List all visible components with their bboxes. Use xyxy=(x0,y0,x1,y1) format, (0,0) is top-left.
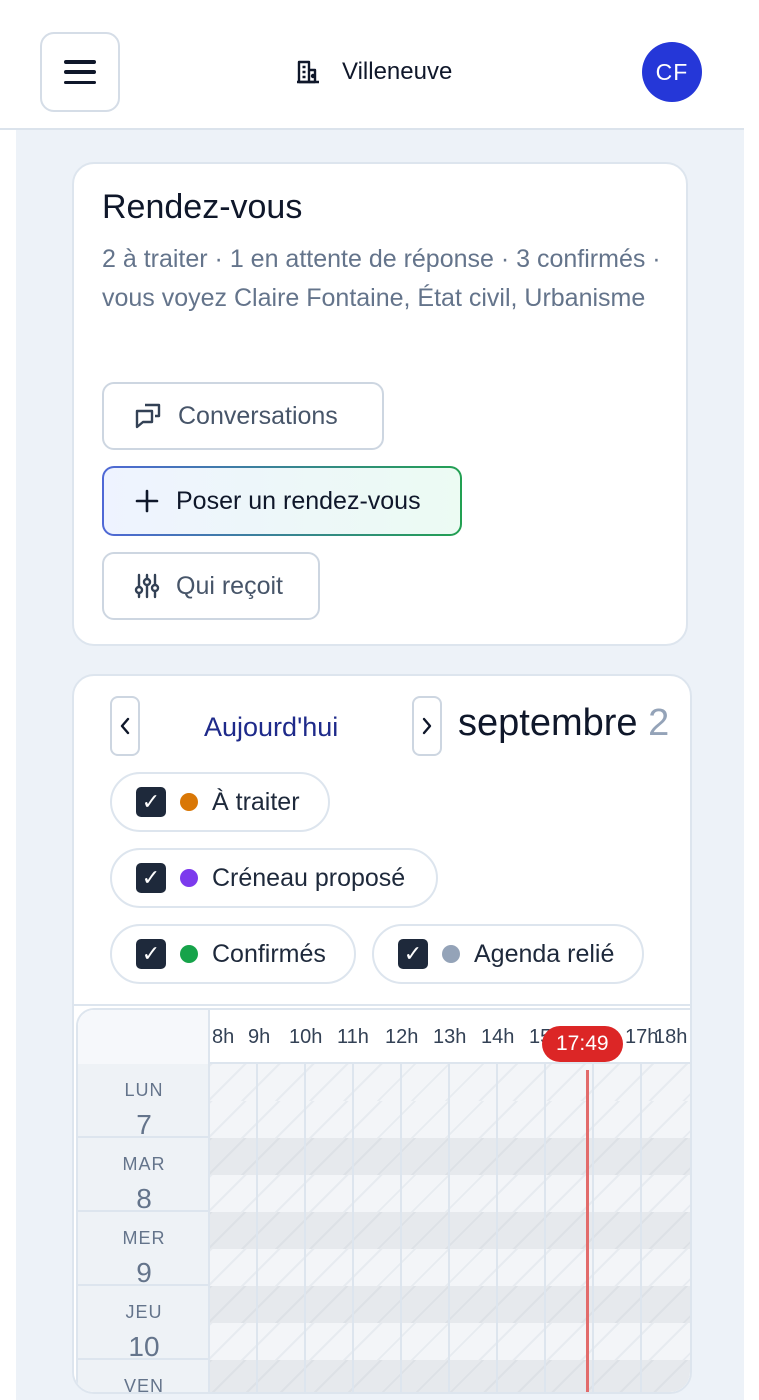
time-slots xyxy=(210,1064,690,1392)
hour-gridline xyxy=(640,1064,642,1392)
day-number: 9 xyxy=(136,1257,152,1286)
day-label-monday: LUN 7 xyxy=(78,1064,210,1138)
filter-label: Créneau proposé xyxy=(212,863,406,892)
day-label-wednesday: MER 9 xyxy=(78,1212,210,1286)
hour-gridline xyxy=(496,1064,498,1392)
day-of-week: VEN xyxy=(123,1376,164,1394)
calendar-card: Aujourd'hui septembre 2 ✓ À traiter ✓ Cr… xyxy=(72,674,692,1394)
organization-name: Villeneuve xyxy=(342,58,453,85)
next-week-button[interactable] xyxy=(412,696,442,756)
current-time-badge: 17:49 xyxy=(542,1026,623,1062)
hour-label: 18h xyxy=(654,1026,688,1048)
day-of-week: LUN xyxy=(124,1080,164,1100)
hour-label: 13h xyxy=(433,1026,467,1048)
day-of-week: MAR xyxy=(122,1154,166,1174)
hour-gridline xyxy=(400,1064,402,1392)
top-bar: Villeneuve CF xyxy=(0,0,744,130)
month-title: septembre 2 xyxy=(458,702,669,745)
chevron-right-icon xyxy=(422,717,432,735)
new-appointment-label: Poser un rendez-vous xyxy=(176,486,421,515)
building-icon xyxy=(297,60,319,84)
filter-label: Agenda relié xyxy=(474,939,615,968)
conversations-label: Conversations xyxy=(178,401,338,430)
hour-label: 8h xyxy=(212,1026,235,1048)
who-receives-button[interactable]: Qui reçoit xyxy=(102,552,320,620)
today-button[interactable]: Aujourd'hui xyxy=(204,712,338,743)
checkbox-checked[interactable]: ✓ xyxy=(398,939,428,969)
filter-label: Confirmés xyxy=(212,939,326,968)
status-dot-orange xyxy=(180,793,198,811)
filter-confirmed[interactable]: ✓ Confirmés xyxy=(110,924,356,984)
day-row-monday[interactable] xyxy=(210,1064,690,1138)
page-title: Rendez-vous xyxy=(102,188,303,226)
day-labels: LUN 7 MAR 8 MER 9 JEU 10 VEN xyxy=(78,1064,210,1394)
checkbox-checked[interactable]: ✓ xyxy=(136,939,166,969)
previous-week-button[interactable] xyxy=(110,696,140,756)
main-content: Rendez-vous 2 à traiter · 1 en attente d… xyxy=(16,130,744,1400)
grid-corner xyxy=(78,1010,210,1064)
plus-icon xyxy=(135,489,159,513)
hour-label: 9h xyxy=(248,1026,271,1048)
week-grid: 8h 9h 10h 11h 12h 13h 14h 15 17h 18h LUN… xyxy=(74,1004,690,1394)
hour-label: 11h xyxy=(337,1026,369,1048)
hour-label: 12h xyxy=(385,1026,419,1048)
hour-gridline xyxy=(352,1064,354,1392)
filter-label: À traiter xyxy=(212,787,300,816)
hour-gridline xyxy=(304,1064,306,1392)
filter-linked-calendar[interactable]: ✓ Agenda relié xyxy=(372,924,644,984)
day-number: 10 xyxy=(128,1331,160,1360)
status-dot-green xyxy=(180,945,198,963)
chat-bubbles-icon xyxy=(135,403,161,429)
conversations-button[interactable]: Conversations xyxy=(102,382,384,450)
day-number: 7 xyxy=(136,1109,152,1138)
hamburger-menu-icon xyxy=(64,60,96,84)
day-label-thursday: JEU 10 xyxy=(78,1286,210,1360)
menu-button[interactable] xyxy=(40,32,120,112)
filter-proposed-slot[interactable]: ✓ Créneau proposé xyxy=(110,848,438,908)
hour-gridline xyxy=(592,1064,594,1392)
appointments-card: Rendez-vous 2 à traiter · 1 en attente d… xyxy=(72,162,688,646)
day-of-week: MER xyxy=(122,1228,166,1248)
year-label: 2 xyxy=(648,702,670,744)
hour-gridline xyxy=(448,1064,450,1392)
month-label: septembre xyxy=(458,702,638,744)
chevron-left-icon xyxy=(120,717,130,735)
who-receives-label: Qui reçoit xyxy=(176,571,283,600)
day-row-friday[interactable] xyxy=(210,1360,690,1392)
sliders-icon xyxy=(134,573,160,599)
checkbox-checked[interactable]: ✓ xyxy=(136,787,166,817)
day-label-tuesday: MAR 8 xyxy=(78,1138,210,1212)
current-time-line xyxy=(586,1070,589,1392)
new-appointment-button[interactable]: Poser un rendez-vous xyxy=(102,466,462,536)
filter-to-process[interactable]: ✓ À traiter xyxy=(110,772,330,832)
organization-switcher[interactable]: Villeneuve xyxy=(296,54,452,90)
status-dot-gray xyxy=(442,945,460,963)
day-row-thursday[interactable] xyxy=(210,1286,690,1360)
day-of-week: JEU xyxy=(125,1302,163,1322)
day-number: 8 xyxy=(136,1183,152,1212)
status-dot-purple xyxy=(180,869,198,887)
hour-label: 10h xyxy=(289,1026,323,1048)
appointments-summary: 2 à traiter · 1 en attente de réponse · … xyxy=(102,245,661,312)
day-row-wednesday[interactable] xyxy=(210,1212,690,1286)
hour-gridline xyxy=(544,1064,546,1392)
day-row-tuesday[interactable] xyxy=(210,1138,690,1212)
hour-label: 14h xyxy=(481,1026,515,1048)
hour-gridline xyxy=(256,1064,258,1392)
user-avatar[interactable]: CF xyxy=(642,42,702,102)
day-label-friday: VEN 11 xyxy=(78,1360,210,1394)
checkbox-checked[interactable]: ✓ xyxy=(136,863,166,893)
